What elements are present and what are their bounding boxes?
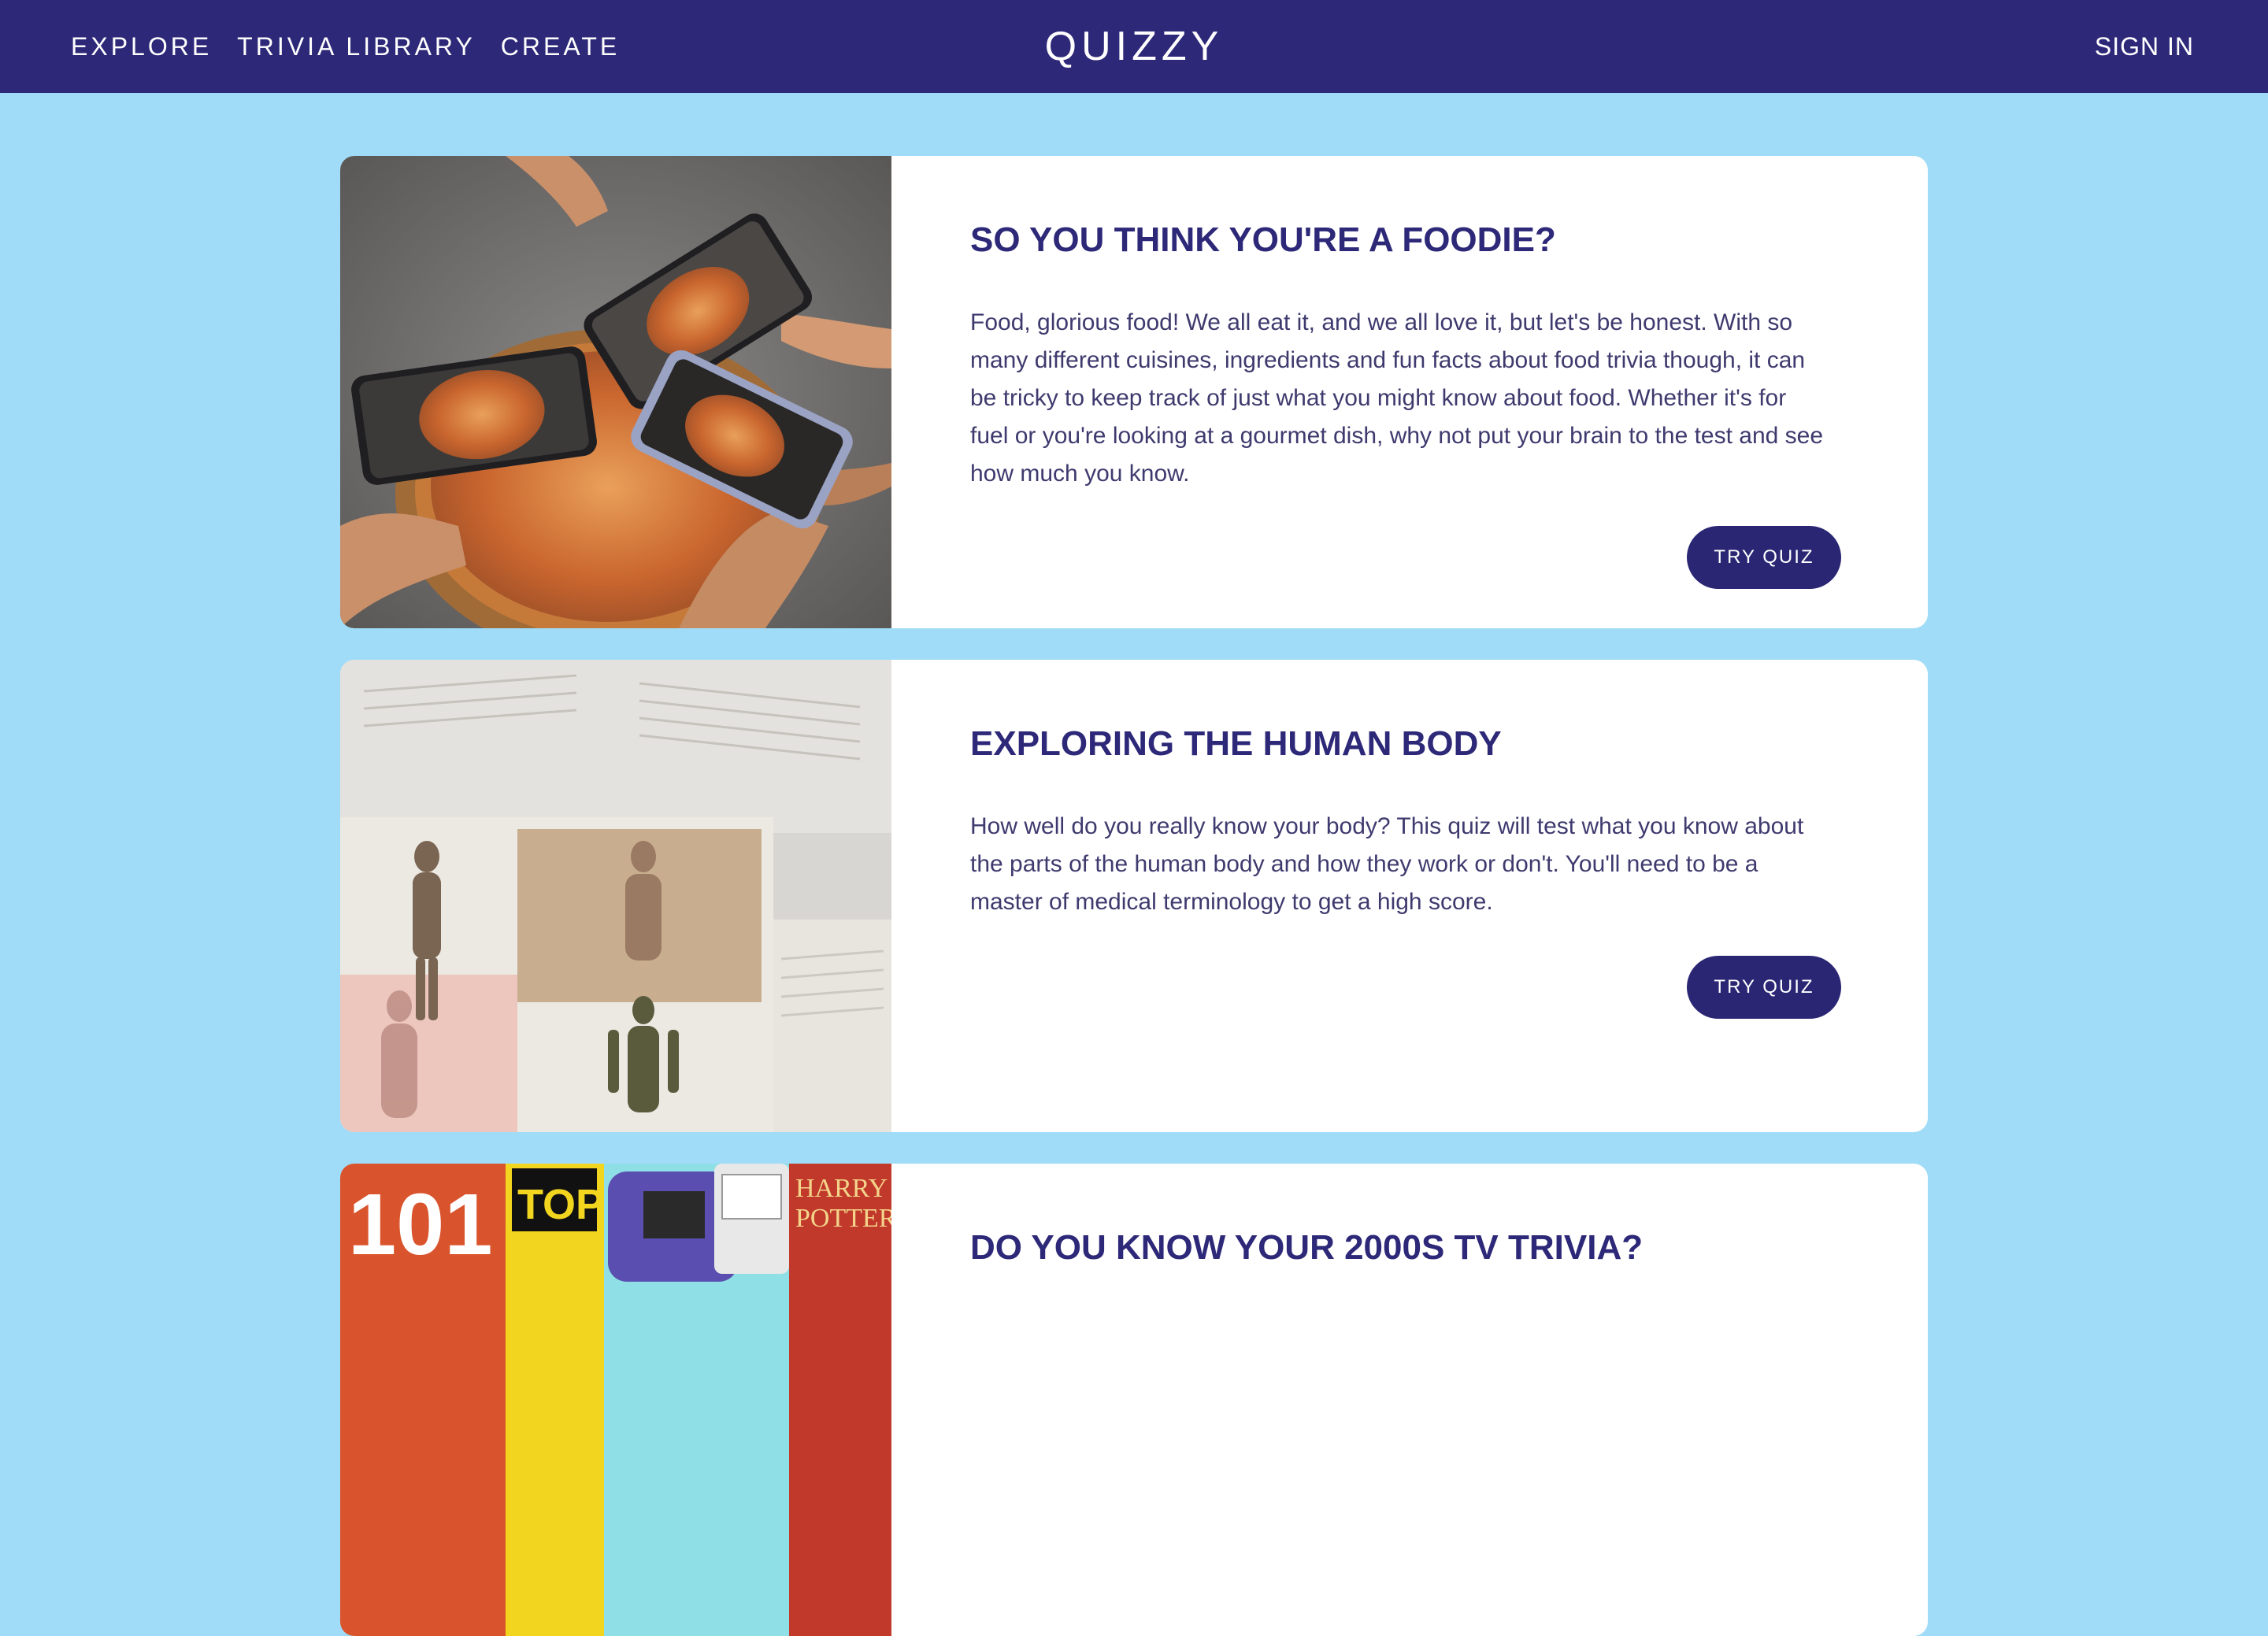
collage-potter-text: POTTER xyxy=(795,1204,891,1233)
quiz-card-body: EXPLORING THE HUMAN BODY How well do you… xyxy=(891,660,1928,1132)
quiz-card-2000s-tv: 101 TOP HARRY POTTER DO YOU KNOW YOUR 20… xyxy=(340,1164,1928,1636)
pizza-phones-image xyxy=(340,156,891,628)
anatomy-book-image xyxy=(340,660,891,1132)
nav-trivia-library-link[interactable]: Trivia Library xyxy=(237,32,476,61)
nav-create-link[interactable]: Create xyxy=(501,32,620,61)
main-nav: Explore Trivia Library Create xyxy=(71,0,620,93)
try-quiz-button[interactable]: TRY QUIZ xyxy=(1687,956,1841,1019)
quiz-card-foodie: SO YOU THINK YOU'RE A FOODIE? Food, glor… xyxy=(340,156,1928,628)
try-quiz-button[interactable]: TRY QUIZ xyxy=(1687,526,1841,589)
nav-explore-link[interactable]: Explore xyxy=(71,32,212,61)
quiz-description: Food, glorious food! We all eat it, and … xyxy=(970,309,1824,487)
quiz-card-body: DO YOU KNOW YOUR 2000S TV TRIVIA? xyxy=(891,1164,1928,1636)
collage-harry-text: HARRY xyxy=(795,1174,888,1203)
quiz-title: SO YOU THINK YOU'RE A FOODIE? xyxy=(970,220,1556,259)
top-navbar: Explore Trivia Library Create QUIZZY SIG… xyxy=(0,0,2268,93)
collage-101-text: 101 xyxy=(348,1176,493,1273)
quiz-title: EXPLORING THE HUMAN BODY xyxy=(970,724,1502,763)
2000s-collage-image: 101 TOP HARRY POTTER xyxy=(340,1164,891,1636)
quiz-description: How well do you really know your body? T… xyxy=(970,813,1804,915)
quiz-card-body: SO YOU THINK YOU'RE A FOODIE? Food, glor… xyxy=(891,156,1928,628)
quiz-card-human-body: EXPLORING THE HUMAN BODY How well do you… xyxy=(340,660,1928,1132)
sign-in-link[interactable]: SIGN IN xyxy=(2095,0,2194,93)
collage-top-text: TOP xyxy=(517,1181,604,1228)
quiz-title: DO YOU KNOW YOUR 2000S TV TRIVIA? xyxy=(970,1228,1644,1267)
